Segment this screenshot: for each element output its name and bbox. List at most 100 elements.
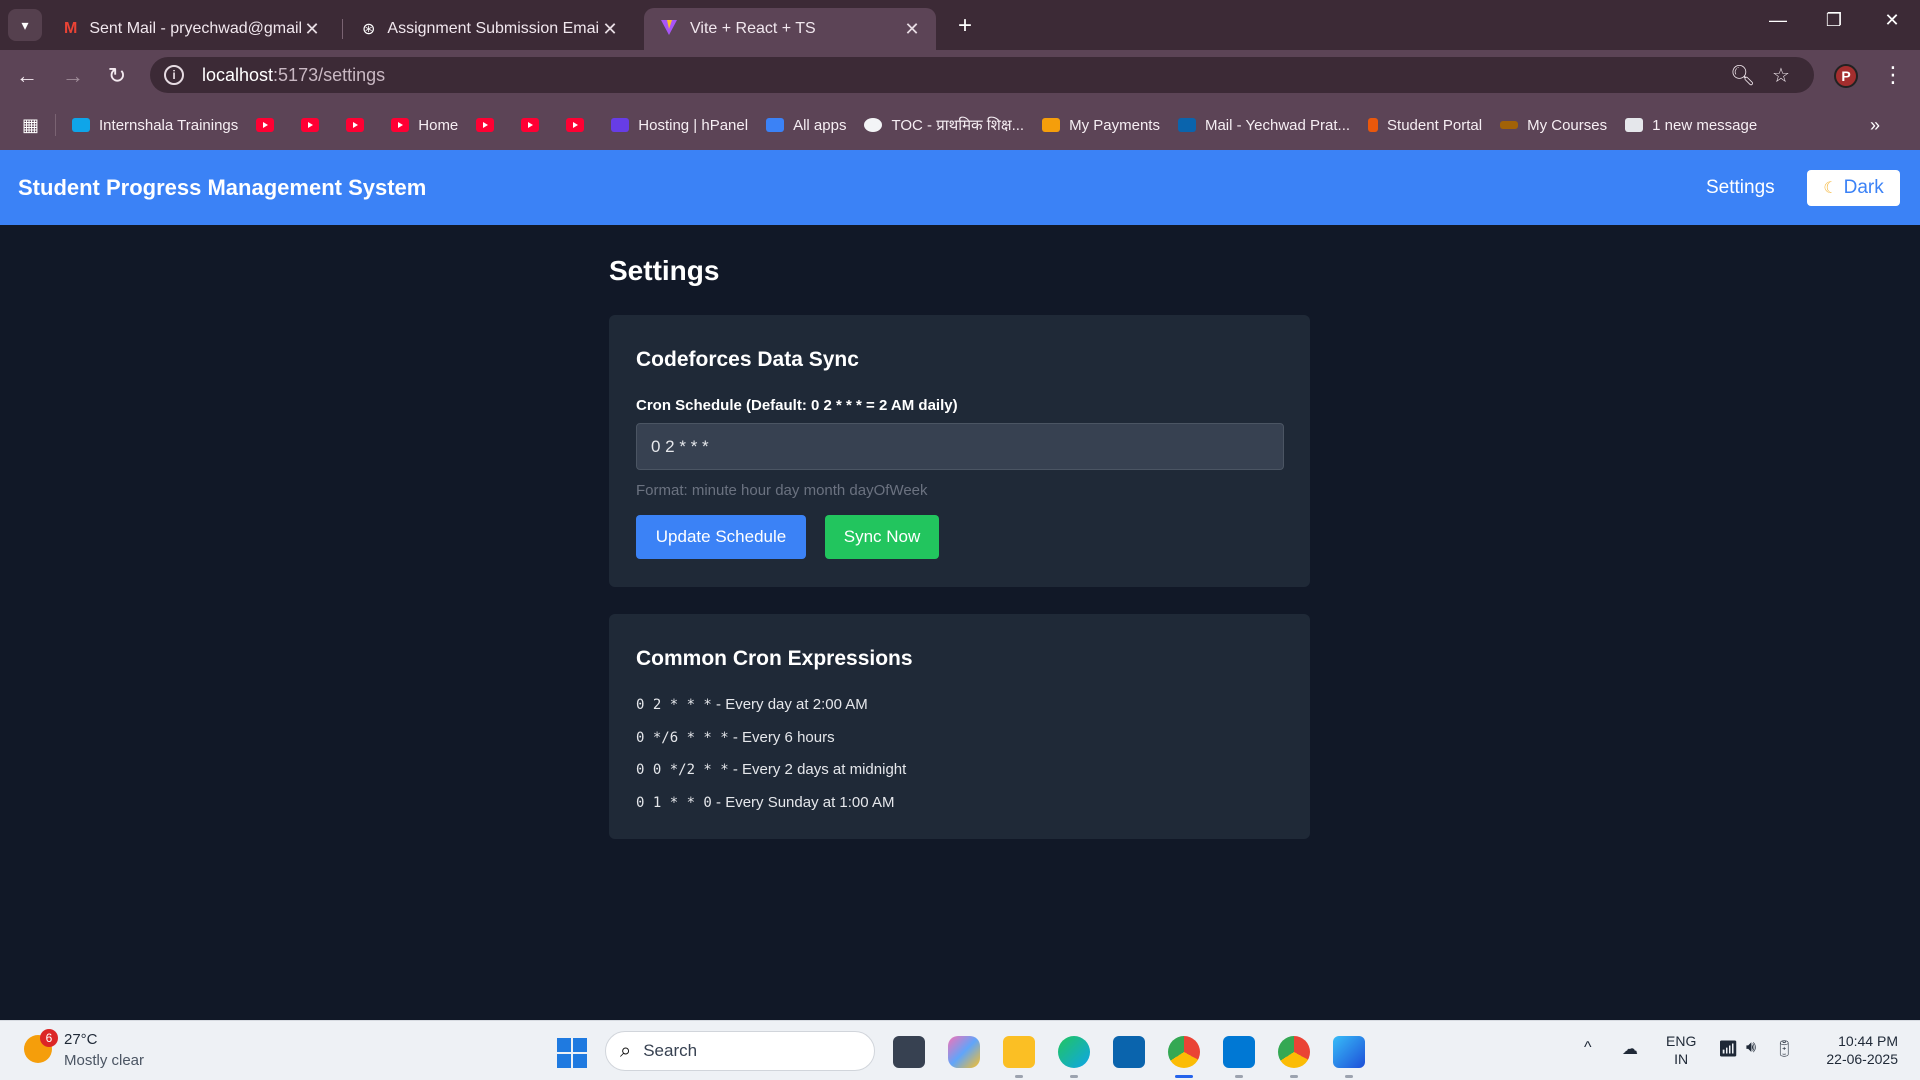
running-indicator xyxy=(1235,1075,1243,1078)
url-text[interactable]: localhost:5173/settings xyxy=(202,65,385,86)
power-apps-icon xyxy=(766,118,785,132)
bookmark-label: My Payments xyxy=(1069,116,1160,134)
tab-title: Vite + React + TS xyxy=(690,20,816,37)
bookmark-youtube[interactable] xyxy=(521,118,548,132)
tab-vite-active[interactable]: Vite + React + TS ✕ xyxy=(644,8,936,50)
youtube-icon xyxy=(256,118,275,132)
outlook-icon[interactable] xyxy=(1113,1036,1145,1068)
bookmark-student-portal[interactable]: Student Portal xyxy=(1368,117,1482,134)
cron-expression-description: - Every 2 days at midnight xyxy=(728,761,907,778)
tray-overflow-chevron-icon[interactable]: ^ xyxy=(1584,1039,1592,1057)
message-icon xyxy=(1625,118,1644,132)
theme-toggle-button[interactable]: ☾ Dark xyxy=(1807,170,1900,206)
app-title[interactable]: Student Progress Management System xyxy=(18,175,426,201)
close-window-icon[interactable]: ✕ xyxy=(1872,10,1912,31)
internshala-icon xyxy=(72,118,91,132)
system-clock[interactable]: 10:44 PM 22-06-2025 xyxy=(1812,1032,1898,1068)
update-schedule-button[interactable]: Update Schedule xyxy=(636,515,806,559)
restore-icon[interactable]: ❐ xyxy=(1814,10,1854,31)
bookmark-youtube[interactable] xyxy=(256,118,283,132)
browser-menu-icon[interactable]: ⋮ xyxy=(1882,62,1904,88)
bookmark-label: Hosting | hPanel xyxy=(638,116,749,134)
vscode-icon[interactable] xyxy=(1223,1036,1255,1068)
reload-icon[interactable]: ↻ xyxy=(102,62,132,90)
cron-expression-list: 0 2 * * * - Every day at 2:00 AM 0 */6 *… xyxy=(636,694,906,824)
task-view-icon[interactable] xyxy=(893,1036,925,1068)
clock-date: 22-06-2025 xyxy=(1826,1051,1898,1067)
bookmark-payments[interactable]: My Payments xyxy=(1042,117,1160,134)
cron-expression-code: 0 0 */2 * * xyxy=(636,762,729,778)
apps-grid-icon[interactable]: ▦ xyxy=(22,115,39,136)
chatgpt-icon: ⊛ xyxy=(362,21,376,38)
bookmark-label: 1 new message xyxy=(1652,116,1758,134)
bookmark-hostinger[interactable]: Hosting | hPanel xyxy=(611,117,748,134)
tab-title: Assignment Submission Email xyxy=(387,20,600,37)
onedrive-cloud-icon[interactable]: ☁ xyxy=(1622,1039,1638,1059)
zoom-icon[interactable]: 🔍︎ xyxy=(1730,63,1755,88)
wifi-icon[interactable]: 📶︎ xyxy=(1718,1039,1738,1059)
copilot-icon[interactable] xyxy=(948,1036,980,1068)
site-info-icon[interactable]: i xyxy=(164,65,184,85)
taskbar-search[interactable]: ⌕ Search xyxy=(605,1031,875,1071)
file-explorer-icon[interactable] xyxy=(1003,1036,1035,1068)
cron-schedule-input[interactable] xyxy=(636,423,1284,470)
app-header: Student Progress Management System Setti… xyxy=(0,150,1920,225)
bookmark-internshala[interactable]: Internshala Trainings xyxy=(72,117,238,134)
tab-close-icon[interactable]: ✕ xyxy=(902,19,922,40)
bookmark-youtube[interactable] xyxy=(476,118,503,132)
volume-icon[interactable]: 🔊︎ xyxy=(1746,1039,1756,1057)
bookmarks-overflow-icon[interactable]: » xyxy=(1870,115,1880,136)
edge-icon[interactable] xyxy=(1058,1036,1090,1068)
nav-settings-link[interactable]: Settings xyxy=(1706,177,1775,199)
bookmark-label: Internshala Trainings xyxy=(99,116,239,134)
cron-format-hint: Format: minute hour day month dayOfWeek xyxy=(636,482,928,499)
running-indicator xyxy=(1175,1075,1193,1078)
bookmark-outlook-mail[interactable]: Mail - Yechwad Prat... xyxy=(1177,117,1350,134)
search-icon: ⌕ xyxy=(620,1039,632,1062)
chrome-icon[interactable] xyxy=(1278,1036,1310,1068)
courses-icon xyxy=(1500,121,1519,129)
youtube-icon xyxy=(301,118,320,132)
bookmark-toc[interactable]: TOC - प्राथमिक शिक्ष... xyxy=(864,115,1024,135)
bookmark-my-courses[interactable]: My Courses xyxy=(1500,117,1607,134)
tab-close-icon[interactable]: ✕ xyxy=(302,19,322,40)
minimize-icon[interactable]: — xyxy=(1758,10,1798,31)
bookmark-new-message[interactable]: 1 new message xyxy=(1625,117,1757,134)
bookmark-home[interactable]: Home xyxy=(391,117,458,134)
cron-expression-code: 0 */6 * * * xyxy=(636,729,729,746)
profile-avatar[interactable]: P xyxy=(1834,64,1858,88)
url-host: localhost xyxy=(202,64,274,85)
tab-search-button[interactable]: ▾ xyxy=(8,9,42,41)
cron-expression-description: - Every 6 hours xyxy=(728,728,835,746)
bookmark-youtube[interactable] xyxy=(301,118,328,132)
tab-assignment[interactable]: ⊛ Assignment Submission Email ✕ xyxy=(346,8,634,50)
bookmark-youtube[interactable] xyxy=(566,118,593,132)
chrome-profile-p-icon[interactable] xyxy=(1168,1036,1200,1068)
sync-now-button[interactable]: Sync Now xyxy=(825,515,939,559)
bookmark-star-icon[interactable]: ☆ xyxy=(1772,63,1790,88)
windows-start-icon[interactable] xyxy=(557,1038,587,1068)
running-indicator xyxy=(1070,1075,1078,1078)
hostinger-icon xyxy=(611,118,630,132)
common-cron-expressions-card: Common Cron Expressions 0 2 * * * - Ever… xyxy=(609,614,1310,839)
forward-icon[interactable]: → xyxy=(58,62,88,90)
weather-badge: 6 xyxy=(40,1029,58,1047)
url-path: :5173/settings xyxy=(273,64,386,85)
cron-schedule-label: Cron Schedule (Default: 0 2 * * * = 2 AM… xyxy=(636,397,958,414)
new-tab-button[interactable]: + xyxy=(950,12,980,40)
bookmark-all-apps[interactable]: All apps xyxy=(766,117,846,134)
bookmark-youtube[interactable] xyxy=(346,118,373,132)
portal-icon xyxy=(1368,118,1379,132)
photos-icon[interactable] xyxy=(1333,1036,1365,1068)
bookmarks-bar: ▦ Internshala Trainings Home Hosting | h… xyxy=(0,100,1920,150)
bookmark-label: Student Portal xyxy=(1387,116,1483,134)
input-language[interactable]: ENG IN xyxy=(1666,1032,1696,1068)
back-icon[interactable]: ← xyxy=(12,62,42,90)
tab-gmail[interactable]: M Sent Mail - pryechwad@gmail.c ✕ xyxy=(48,8,336,50)
tab-close-icon[interactable]: ✕ xyxy=(600,19,620,40)
address-bar[interactable]: i localhost:5173/settings 🔍︎ ☆ xyxy=(150,57,1814,93)
moon-icon: ☾ xyxy=(1823,180,1838,197)
toc-icon xyxy=(864,118,883,132)
bookmark-label: My Courses xyxy=(1527,116,1608,134)
battery-icon[interactable]: 🔋︎ xyxy=(1774,1039,1794,1059)
